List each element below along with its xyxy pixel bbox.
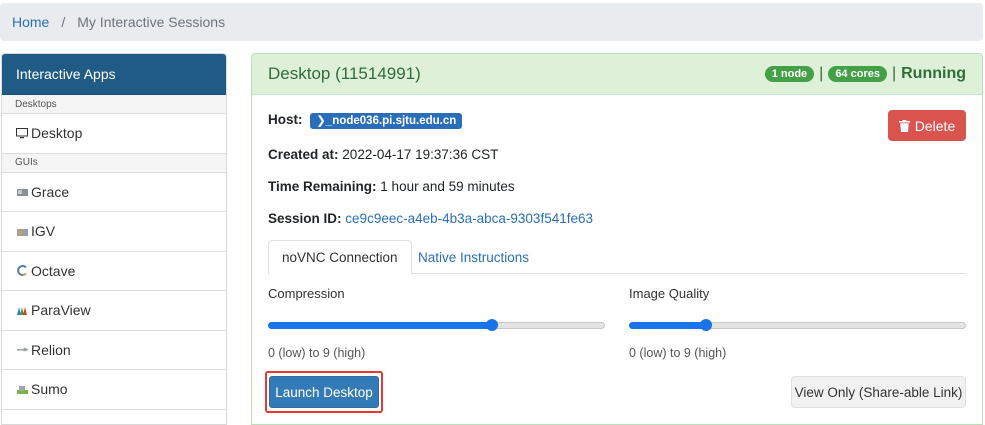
trash-icon — [898, 119, 910, 132]
sidebar-item-label: Sumo — [31, 381, 68, 398]
sumo-app-icon — [16, 383, 28, 395]
compression-slider[interactable] — [268, 319, 605, 331]
created-value: 2022-04-17 19:37:36 CST — [342, 147, 499, 162]
grace-app-icon — [16, 186, 28, 198]
monitor-icon — [16, 127, 28, 139]
interactive-apps-sidebar: Interactive Apps Desktops Desktop GUIs G… — [1, 53, 227, 425]
sidebar-item-grace[interactable]: Grace — [2, 172, 226, 212]
session-status-text: Running — [901, 65, 966, 82]
tab-native-instructions[interactable]: Native Instructions — [405, 240, 542, 274]
time-remaining-value: 1 hour and 59 minutes — [380, 179, 515, 194]
sidebar-item-desktop[interactable]: Desktop — [2, 114, 226, 154]
status-separator: | — [891, 65, 897, 82]
sidebar-item-relion[interactable]: Relion — [2, 330, 226, 370]
image-quality-range-text: 0 (low) to 9 (high) — [629, 346, 727, 360]
view-only-button[interactable]: View Only (Share-able Link) — [791, 376, 966, 408]
connection-tabs: noVNC Connection Native Instructions — [268, 240, 966, 275]
breadcrumb: Home / My Interactive Sessions — [0, 3, 983, 41]
group-label-desktops: Desktops — [2, 95, 226, 114]
session-title: Desktop (11514991) — [268, 64, 421, 83]
image-quality-label: Image Quality — [629, 286, 710, 301]
session-card-header: Desktop (11514991) 1 node | 64 cores | R… — [252, 54, 982, 95]
delete-button[interactable]: Delete — [888, 110, 966, 141]
time-remaining-row: Time Remaining: 1 hour and 59 minutes — [268, 179, 515, 194]
created-row: Created at: 2022-04-17 19:37:36 CST — [268, 147, 498, 162]
relion-app-icon — [16, 344, 28, 356]
host-row: Host: ❯_node036.pi.sjtu.edu.cn — [268, 112, 463, 129]
sidebar-title: Interactive Apps — [2, 54, 226, 95]
terminal-icon: ❯ — [316, 115, 326, 127]
launch-highlight-box: Launch Desktop — [265, 371, 383, 413]
sidebar-item-label: ParaView — [31, 302, 91, 319]
core-count-badge: 64 cores — [828, 66, 887, 82]
sidebar-item-sumo[interactable]: Sumo — [2, 370, 226, 410]
created-label: Created at: — [268, 147, 339, 162]
tab-novnc-connection[interactable]: noVNC Connection — [268, 240, 412, 275]
compression-label: Compression — [268, 286, 345, 301]
group-label-guis: GUIs — [2, 153, 226, 173]
session-card: Desktop (11514991) 1 node | 64 cores | R… — [251, 53, 983, 425]
session-status-bar: 1 node | 64 cores | Running — [764, 65, 966, 83]
octave-app-icon — [16, 265, 28, 277]
host-value: _node036.pi.sjtu.edu.cn — [325, 115, 457, 127]
sidebar-item-label: Desktop — [31, 125, 83, 142]
session-id-row: Session ID: ce9c9eec-a4eb-4b3a-abca-9303… — [268, 211, 593, 226]
time-remaining-label: Time Remaining: — [268, 179, 377, 194]
slider-thumb[interactable] — [485, 319, 498, 331]
igv-app-icon — [16, 225, 28, 237]
slider-fill — [268, 322, 492, 329]
sidebar-item-octave[interactable]: Octave — [2, 251, 226, 291]
delete-label: Delete — [914, 117, 956, 134]
session-id-link[interactable]: ce9c9eec-a4eb-4b3a-abca-9303f541fe63 — [345, 211, 593, 226]
paraview-app-icon — [16, 304, 28, 316]
host-button[interactable]: ❯_node036.pi.sjtu.edu.cn — [310, 113, 463, 129]
session-id-label: Session ID: — [268, 211, 342, 226]
sidebar-item-label: IGV — [31, 223, 56, 240]
sidebar-item-label: Octave — [31, 262, 76, 279]
image-quality-slider[interactable] — [629, 319, 966, 331]
node-count-badge: 1 node — [764, 66, 815, 82]
breadcrumb-separator: / — [61, 14, 66, 30]
host-label: Host: — [268, 112, 303, 127]
status-separator: | — [819, 65, 824, 82]
breadcrumb-current: My Interactive Sessions — [77, 14, 226, 30]
sidebar-item-paraview[interactable]: ParaView — [2, 291, 226, 331]
slider-fill — [629, 322, 706, 329]
slider-thumb[interactable] — [699, 319, 712, 331]
sidebar-item-igv[interactable]: IGV — [2, 212, 226, 252]
sidebar-item-label: Grace — [31, 183, 70, 200]
sidebar-item-label: Relion — [31, 341, 71, 358]
compression-range-text: 0 (low) to 9 (high) — [268, 346, 366, 360]
launch-desktop-button[interactable]: Launch Desktop — [269, 376, 379, 408]
breadcrumb-home-link[interactable]: Home — [12, 14, 49, 30]
